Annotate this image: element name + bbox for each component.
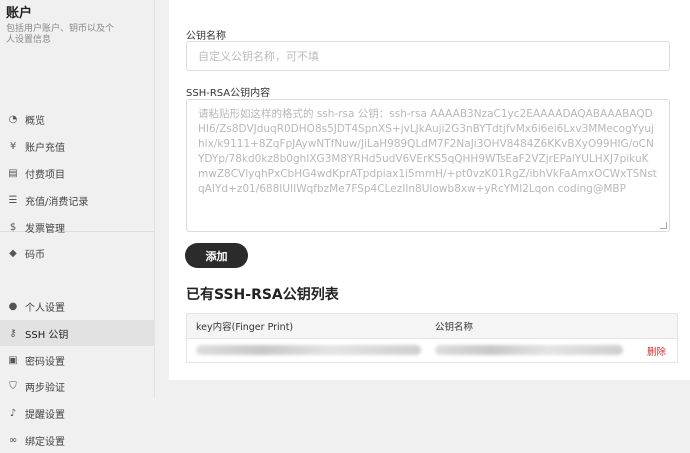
fingerprint-redacted — [196, 345, 421, 355]
sidebar-description: 包括用户账户、钥币以及个人设置信息 — [6, 24, 115, 45]
yen-icon: ¥ — [9, 140, 17, 152]
sidebar-item-label: 付费项目 — [25, 169, 65, 181]
sidebar-item-user[interactable]: ● 个人设置 — [0, 293, 154, 319]
key-name-redacted — [435, 345, 623, 355]
sidebar-item-yen[interactable]: ¥ 账户充值 — [0, 133, 154, 159]
sidebar-item-link[interactable]: ∞ 绑定设置 — [0, 427, 154, 453]
order-icon: ▤ — [8, 167, 18, 179]
sidebar-item-label: SSH 公钥 — [25, 329, 69, 341]
sidebar-item-label: 发票管理 — [25, 223, 65, 235]
sidebar-item-label: 账户充值 — [25, 142, 65, 154]
column-key-name: 公钥名称 — [435, 322, 474, 333]
resize-handle[interactable] — [660, 222, 667, 229]
list-icon: ☰ — [8, 194, 18, 206]
key-icon: ⚷ — [9, 327, 17, 339]
sidebar-item-label: 概览 — [25, 115, 45, 127]
key-list-title: 已有SSH-RSA公钥列表 — [186, 287, 339, 303]
sidebar-item-key[interactable]: ⚷ SSH 公钥 — [0, 320, 154, 346]
key-content-label: SSH-RSA公钥内容 — [186, 88, 271, 99]
key-name-label: 公钥名称 — [186, 31, 226, 42]
sidebar-header: 账户 包括用户账户、钥币以及个人设置信息 — [0, 0, 154, 46]
sidebar-title: 账户 — [6, 6, 33, 21]
sidebar-item-lock[interactable]: ▣ 密码设置 — [0, 347, 154, 373]
sidebar-item-order[interactable]: ▤ 付费项目 — [0, 160, 154, 186]
sidebar-item-label: 充值/消费记录 — [25, 196, 89, 208]
add-key-button[interactable]: 添加 — [185, 243, 248, 268]
sidebar-item-dollar[interactable]: $ 发票管理 — [0, 214, 154, 240]
delete-key-link[interactable]: 删除 — [647, 344, 666, 358]
sidebar: 账户 包括用户账户、钥币以及个人设置信息 ◔ 概览 ¥ 账户充值 ▤ 付费项目 ☰ 充值/消费… — [0, 0, 155, 448]
dollar-icon: $ — [9, 221, 17, 233]
sidebar-item-label: 码币 — [25, 249, 45, 261]
sidebar-item-label: 个人设置 — [25, 302, 65, 314]
bell-icon: ♪ — [9, 407, 17, 419]
column-fingerprint: key内容(Finger Print) — [196, 322, 294, 333]
sidebar-item-list[interactable]: ☰ 充值/消费记录 — [0, 187, 154, 213]
sidebar-item-dashboard[interactable]: ◔ 概览 — [0, 106, 154, 132]
key-list-table: key内容(Finger Print) 公钥名称 删除 — [186, 313, 678, 363]
key-name-input[interactable]: 自定义公钥名称，可不填 — [186, 41, 670, 71]
dashboard-icon: ◔ — [8, 113, 18, 125]
sidebar-item-label: 两步验证 — [25, 382, 65, 394]
sidebar-item-bell[interactable]: ♪ 提醒设置 — [0, 400, 154, 426]
user-icon: ● — [8, 300, 18, 312]
sidebar-item-label: 提醒设置 — [25, 409, 65, 421]
sidebar-item-label: 密码设置 — [25, 356, 65, 368]
key-content-placeholder: 请粘贴形如这样的格式的 ssh-rsa 公钥：ssh-rsa AAAAB3Nza… — [198, 108, 657, 195]
ssh-key-panel: 公钥名称 自定义公钥名称，可不填 SSH-RSA公钥内容 请粘贴形如这样的格式的… — [169, 0, 690, 380]
coin-icon: ◆ — [9, 247, 17, 259]
shield-icon: ⛉ — [9, 380, 17, 392]
table-header: key内容(Finger Print) 公钥名称 — [187, 314, 677, 339]
key-content-textarea[interactable]: 请粘贴形如这样的格式的 ssh-rsa 公钥：ssh-rsa AAAAB3Nza… — [186, 99, 670, 232]
sidebar-item-label: 绑定设置 — [25, 436, 65, 448]
lock-icon: ▣ — [8, 354, 18, 366]
sidebar-item-coin[interactable]: ◆ 码币 — [0, 240, 154, 266]
sidebar-item-shield[interactable]: ⛉ 两步验证 — [0, 373, 154, 399]
link-icon: ∞ — [8, 434, 18, 446]
